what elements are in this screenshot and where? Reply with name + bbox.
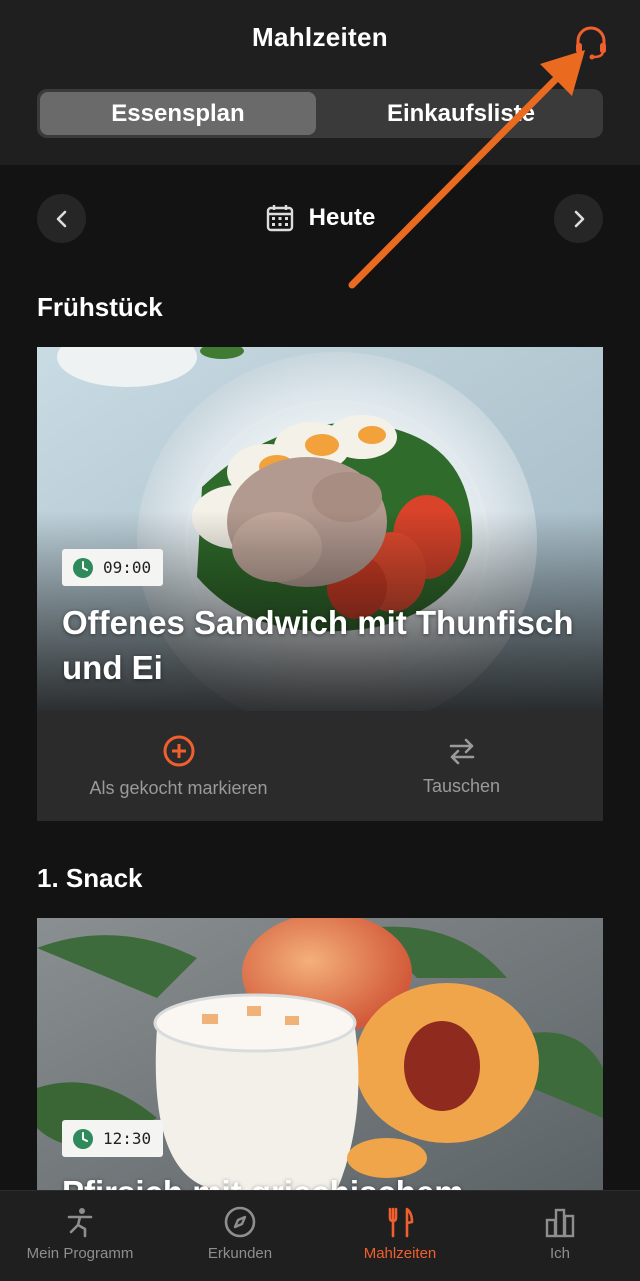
tab-mahlzeiten[interactable]: Mahlzeiten — [320, 1191, 480, 1281]
compass-icon — [224, 1206, 256, 1238]
meal-title: Offenes Sandwich mit Thunfisch und Ei — [62, 604, 574, 686]
tab-erkunden[interactable]: Erkunden — [160, 1191, 320, 1281]
calendar-icon — [266, 205, 293, 232]
chevron-right-icon — [574, 210, 584, 227]
mark-cooked-label: Als gekocht markieren — [89, 777, 268, 798]
meal-card-snack[interactable]: 12:30 Pfirsich mit griechischem — [37, 918, 603, 1190]
tab-ich[interactable]: Ich — [480, 1191, 640, 1281]
meal-card-breakfast[interactable]: 09:00 Offenes Sandwich mit Thunfisch und… — [37, 347, 603, 711]
section-heading-breakfast: Frühstück — [37, 292, 163, 322]
clock-icon — [73, 1128, 93, 1149]
mark-cooked-button[interactable]: Als gekocht markieren — [37, 711, 320, 821]
date-label: Heute — [308, 204, 376, 231]
time-badge: 12:30 — [62, 1120, 164, 1157]
section-heading-snack: 1. Snack — [37, 863, 143, 893]
exercise-figure-icon — [67, 1208, 93, 1238]
swap-button[interactable]: Tauschen — [320, 711, 603, 821]
bottom-tab-bar: Mein Programm Erkunden Mahlzeiten Ich — [0, 1190, 640, 1281]
swap-arrows-icon — [449, 738, 474, 764]
plus-circle-icon — [163, 735, 194, 766]
date-selector[interactable]: Heute — [0, 198, 640, 238]
bar-chart-icon — [545, 1208, 575, 1238]
time-badge: 09:00 — [62, 549, 164, 586]
meal-time: 12:30 — [103, 1129, 152, 1148]
swap-label: Tauschen — [422, 775, 501, 796]
segmented-control: Essensplan Einkaufsliste — [37, 89, 603, 138]
tab-label: Mein Programm — [26, 1245, 134, 1262]
meal-actions: Als gekocht markieren Tauschen — [37, 711, 603, 821]
meal-title: Pfirsich mit griechischem — [62, 1170, 582, 1190]
tab-mein-programm[interactable]: Mein Programm — [0, 1191, 160, 1281]
tab-essensplan[interactable]: Essensplan — [40, 92, 316, 135]
headset-icon[interactable] — [572, 24, 610, 62]
tab-label: Ich — [549, 1245, 570, 1262]
clock-icon — [73, 557, 93, 578]
meal-time: 09:00 — [103, 558, 152, 577]
tab-label: Erkunden — [207, 1245, 273, 1262]
page-title: Mahlzeiten — [252, 22, 388, 52]
fork-knife-icon — [388, 1207, 414, 1238]
tab-einkaufsliste[interactable]: Einkaufsliste — [322, 92, 600, 135]
tab-label: Mahlzeiten — [363, 1245, 437, 1262]
next-day-button[interactable] — [554, 194, 603, 243]
